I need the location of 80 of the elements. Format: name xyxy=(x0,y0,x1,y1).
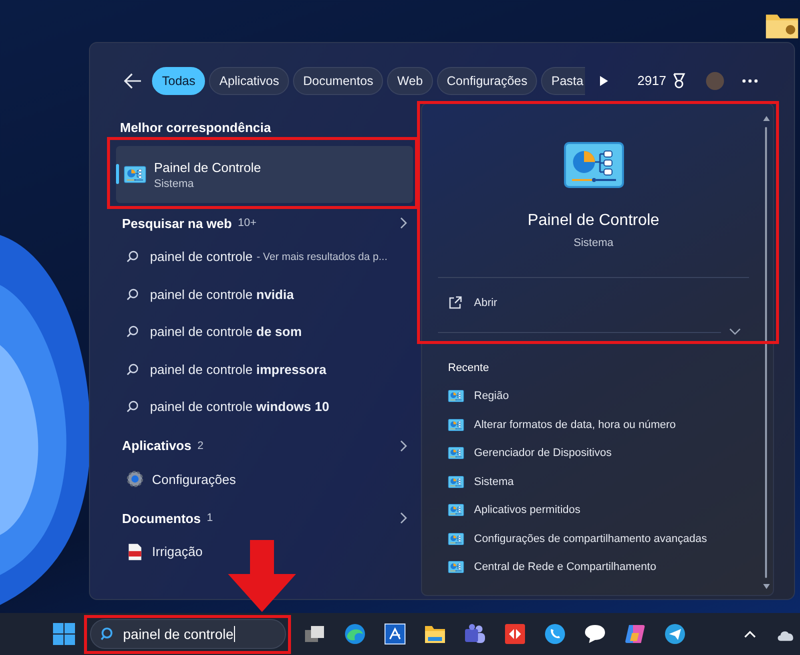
app-icon[interactable] xyxy=(504,623,526,645)
recent-item[interactable]: Alterar formatos de data, hora ou número xyxy=(474,418,676,431)
result-subtitle: Sistema xyxy=(154,178,195,190)
preview-subtitle: Sistema xyxy=(574,237,614,249)
control-panel-icon xyxy=(124,166,146,183)
control-panel-icon xyxy=(448,390,464,402)
app-result[interactable]: Configurações xyxy=(152,472,236,487)
control-panel-icon xyxy=(448,447,464,460)
result-count: 1 xyxy=(206,512,213,524)
control-panel-icon xyxy=(564,142,624,188)
recent-item[interactable]: Sistema xyxy=(474,476,514,488)
recent-item[interactable]: Gerenciador de Dispositivos xyxy=(474,447,612,460)
chevron-right-icon[interactable] xyxy=(399,440,407,452)
web-suggestion[interactable]: painel de controle windows 10 xyxy=(150,399,330,414)
task-view-icon[interactable] xyxy=(304,623,326,645)
chat-bubble-icon[interactable] xyxy=(584,623,606,645)
open-external-icon xyxy=(448,296,462,310)
gear-icon xyxy=(126,470,144,488)
recent-item[interactable]: Central de Rede e Compartilhamento xyxy=(474,561,656,574)
chevron-down-icon[interactable] xyxy=(729,328,741,336)
search-icon xyxy=(126,400,139,414)
chevron-right-icon[interactable] xyxy=(399,217,407,229)
search-icon xyxy=(126,325,139,338)
document-result[interactable]: Irrigação xyxy=(152,544,203,560)
file-folder-icon[interactable] xyxy=(424,623,446,645)
scrollbar-thumb[interactable] xyxy=(765,127,767,578)
filter-tab[interactable]: Configurações xyxy=(436,66,538,94)
control-panel-icon xyxy=(448,561,464,574)
web-suggestion-hint: - Ver mais resultados da p... xyxy=(256,250,388,263)
result-count: 10+ xyxy=(238,217,256,229)
search-icon xyxy=(126,250,139,264)
control-panel-icon xyxy=(448,532,464,545)
play-icon[interactable] xyxy=(599,74,610,86)
points-count: 2917 xyxy=(637,73,666,88)
chevron-right-icon[interactable] xyxy=(399,512,407,524)
web-suggestion[interactable]: painel de controle nvidia xyxy=(150,286,294,302)
paper-plane-icon[interactable] xyxy=(664,623,686,645)
more-options-icon[interactable] xyxy=(742,78,758,82)
best-match-item[interactable]: Painel de Controle Sistema xyxy=(116,146,413,203)
pdf-file-icon xyxy=(126,542,144,561)
filter-tab[interactable]: Aplicativos xyxy=(209,66,290,94)
section-heading: Aplicativos xyxy=(122,438,192,453)
people-icon[interactable] xyxy=(464,623,486,645)
scroll-down-icon[interactable] xyxy=(762,584,770,589)
search-icon xyxy=(100,627,114,641)
web-suggestion[interactable]: painel de controle xyxy=(150,249,253,264)
search-icon xyxy=(126,288,139,301)
section-heading: Pesquisar na web xyxy=(122,216,232,230)
result-title: Painel de Controle xyxy=(154,160,261,174)
taskbar-search-field[interactable]: painel de controle xyxy=(90,619,286,649)
result-count: 2 xyxy=(197,440,204,452)
recent-item[interactable]: Região xyxy=(474,390,509,402)
control-panel-icon xyxy=(448,418,464,431)
section-heading: Melhor correspondência xyxy=(119,119,272,137)
down-arrow-annotation xyxy=(228,540,296,612)
back-arrow-icon[interactable] xyxy=(124,72,142,88)
web-suggestion[interactable]: painel de controle impressora xyxy=(150,362,326,377)
web-suggestion[interactable]: painel de controle de som xyxy=(150,324,302,340)
chevron-up-icon[interactable] xyxy=(744,630,756,638)
open-action[interactable]: Abrir xyxy=(474,297,498,309)
colorful-app-icon[interactable] xyxy=(624,623,646,645)
phone-icon[interactable] xyxy=(544,623,566,645)
section-heading: Documentos xyxy=(122,510,201,526)
preview-title: Painel de Controle xyxy=(528,212,660,230)
medal-icon[interactable] xyxy=(672,72,686,88)
filter-tab[interactable]: Todas xyxy=(152,66,206,94)
app-icon[interactable] xyxy=(384,623,406,645)
start-icon[interactable] xyxy=(53,623,75,645)
search-icon xyxy=(126,362,139,376)
filter-tab[interactable]: Documentos xyxy=(293,66,384,94)
selection-accent xyxy=(116,164,119,184)
recent-heading: Recente xyxy=(447,362,490,376)
filter-tab[interactable]: Pasta xyxy=(541,66,586,94)
scroll-up-icon[interactable] xyxy=(762,116,770,121)
control-panel-icon xyxy=(448,504,464,516)
filter-tab[interactable]: Web xyxy=(387,66,433,94)
control-panel-icon xyxy=(448,476,464,488)
browser-icon[interactable] xyxy=(344,623,366,645)
recent-item[interactable]: Configurações de compartilhamento avançadas xyxy=(474,532,707,545)
recent-item[interactable]: Aplicativos permitidos xyxy=(474,504,580,516)
